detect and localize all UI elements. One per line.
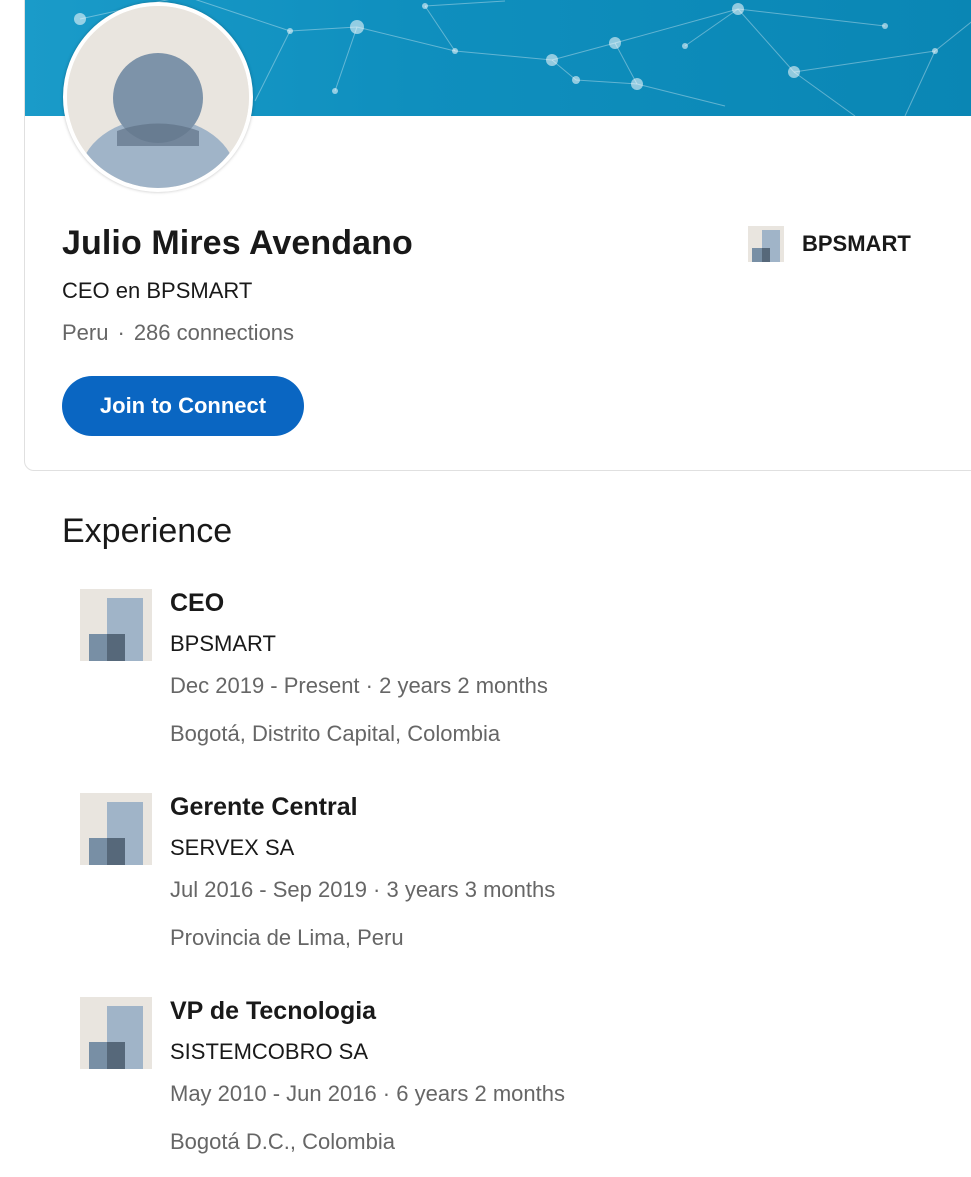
experience-item: CEO BPSMART Dec 2019 - Present · 2 years… <box>80 589 940 769</box>
profile-location: Peru <box>62 320 109 345</box>
profile-name: Julio Mires Avendano <box>62 224 413 262</box>
profile-connections: 286 connections <box>133 320 295 345</box>
experience-company: BPSMART <box>170 631 276 656</box>
experience-dates: Dec 2019 - Present · 2 years 2 months <box>170 673 548 698</box>
company-placeholder-icon <box>748 226 784 262</box>
experience-heading: Experience <box>62 512 233 550</box>
experience-location: Bogotá D.C., Colombia <box>170 1129 395 1154</box>
experience-role[interactable]: CEO <box>170 589 224 618</box>
profile-avatar <box>63 2 253 192</box>
profile-headline: CEO en BPSMART <box>62 278 253 303</box>
experience-item: VP de Tecnologia SISTEMCOBRO SA May 2010… <box>80 997 940 1177</box>
experience-company: SERVEX SA <box>170 835 295 860</box>
join-to-connect-button[interactable]: Join to Connect <box>62 376 304 436</box>
company-placeholder-icon[interactable] <box>80 793 152 865</box>
experience-dates: Jul 2016 - Sep 2019 · 3 years 3 months <box>170 877 556 902</box>
experience-location: Bogotá, Distrito Capital, Colombia <box>170 721 501 746</box>
experience-dates: May 2010 - Jun 2016 · 6 years 2 months <box>170 1081 565 1106</box>
default-person-icon <box>67 6 249 188</box>
experience-role[interactable]: Gerente Central <box>170 793 358 822</box>
current-company-link[interactable]: BPSMART <box>748 226 911 262</box>
company-placeholder-icon[interactable] <box>80 997 152 1069</box>
company-placeholder-icon[interactable] <box>80 589 152 661</box>
experience-item: Gerente Central SERVEX SA Jul 2016 - Sep… <box>80 793 940 973</box>
current-company-name: BPSMART <box>802 231 911 256</box>
experience-company: SISTEMCOBRO SA <box>170 1039 369 1064</box>
experience-role[interactable]: VP de Tecnologia <box>170 997 376 1026</box>
profile-meta: Peru · 286 connections <box>62 320 294 346</box>
meta-separator: · <box>117 320 125 345</box>
experience-location: Provincia de Lima, Peru <box>170 925 404 950</box>
